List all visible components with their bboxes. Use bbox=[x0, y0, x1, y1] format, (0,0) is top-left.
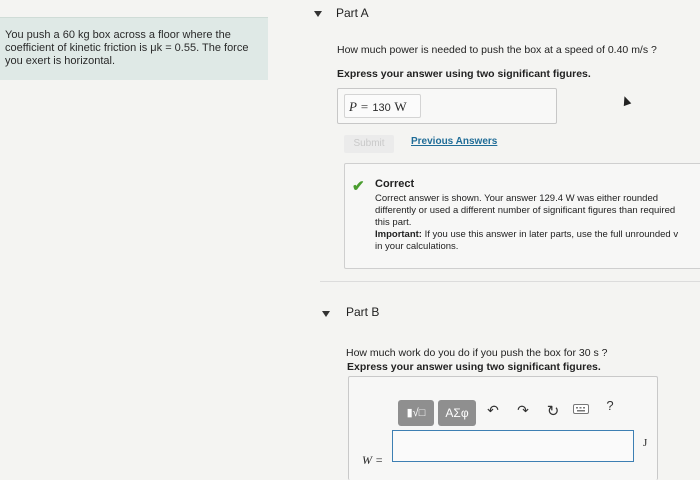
important-label: Important: bbox=[375, 229, 422, 240]
part-b-instruction: Express your answer using two significan… bbox=[347, 361, 601, 373]
template-button[interactable]: ▮√□ bbox=[398, 400, 434, 426]
submit-button[interactable]: Submit bbox=[344, 135, 394, 153]
divider bbox=[320, 281, 700, 282]
answer-value: 130 bbox=[372, 102, 391, 114]
keyboard-icon[interactable] bbox=[572, 402, 590, 418]
feedback-line: Correct answer is shown. Your answer 129… bbox=[375, 193, 659, 204]
collapse-part-b-icon[interactable] bbox=[322, 311, 330, 317]
collapse-part-a-icon[interactable] bbox=[314, 11, 322, 17]
part-a-answer-box: P = 130 W bbox=[337, 88, 557, 124]
problem-line: You push a 60 kg box across a floor wher… bbox=[5, 29, 231, 41]
redo-icon[interactable]: ↷ bbox=[516, 402, 530, 419]
important-text: If you use this answer in later parts, u… bbox=[421, 229, 679, 240]
mouse-cursor-icon bbox=[620, 94, 632, 107]
feedback-important: Important: If you use this answer in lat… bbox=[375, 229, 700, 241]
w-answer-label: W = bbox=[362, 453, 384, 467]
part-b-answer-area bbox=[348, 376, 658, 480]
part-a-answer-field[interactable]: P = 130 W bbox=[344, 94, 421, 118]
part-b-title[interactable]: Part B bbox=[346, 305, 379, 319]
reset-icon[interactable]: ↻ bbox=[546, 402, 560, 420]
answer-label: P = bbox=[349, 99, 369, 114]
w-answer-input[interactable] bbox=[392, 430, 634, 462]
undo-icon[interactable]: ↶ bbox=[486, 402, 500, 419]
help-icon[interactable]: ? bbox=[603, 398, 617, 413]
checkmark-icon: ✔ bbox=[352, 178, 365, 195]
previous-answers-link[interactable]: Previous Answers bbox=[411, 136, 497, 147]
part-a-instruction: Express your answer using two significan… bbox=[337, 68, 591, 80]
part-a-question: How much power is needed to push the box… bbox=[337, 44, 657, 56]
feedback-line: differently or used a different number o… bbox=[375, 205, 676, 216]
feedback-title: Correct bbox=[375, 178, 415, 190]
problem-line: you exert is horizontal. bbox=[5, 55, 116, 67]
problem-statement: You push a 60 kg box across a floor wher… bbox=[0, 17, 268, 80]
feedback-line: this part. bbox=[375, 217, 412, 228]
part-a-title[interactable]: Part A bbox=[336, 6, 369, 20]
part-b-question: How much work do you do if you push the … bbox=[346, 347, 608, 359]
greek-symbols-button[interactable]: ΑΣφ bbox=[438, 400, 476, 426]
w-answer-unit: J bbox=[643, 437, 648, 449]
answer-unit: W bbox=[394, 99, 407, 114]
problem-line: coefficient of kinetic friction is μk = … bbox=[5, 42, 249, 54]
feedback-text: Correct answer is shown. Your answer 129… bbox=[375, 193, 700, 253]
feedback-line: in your calculations. bbox=[375, 241, 459, 252]
